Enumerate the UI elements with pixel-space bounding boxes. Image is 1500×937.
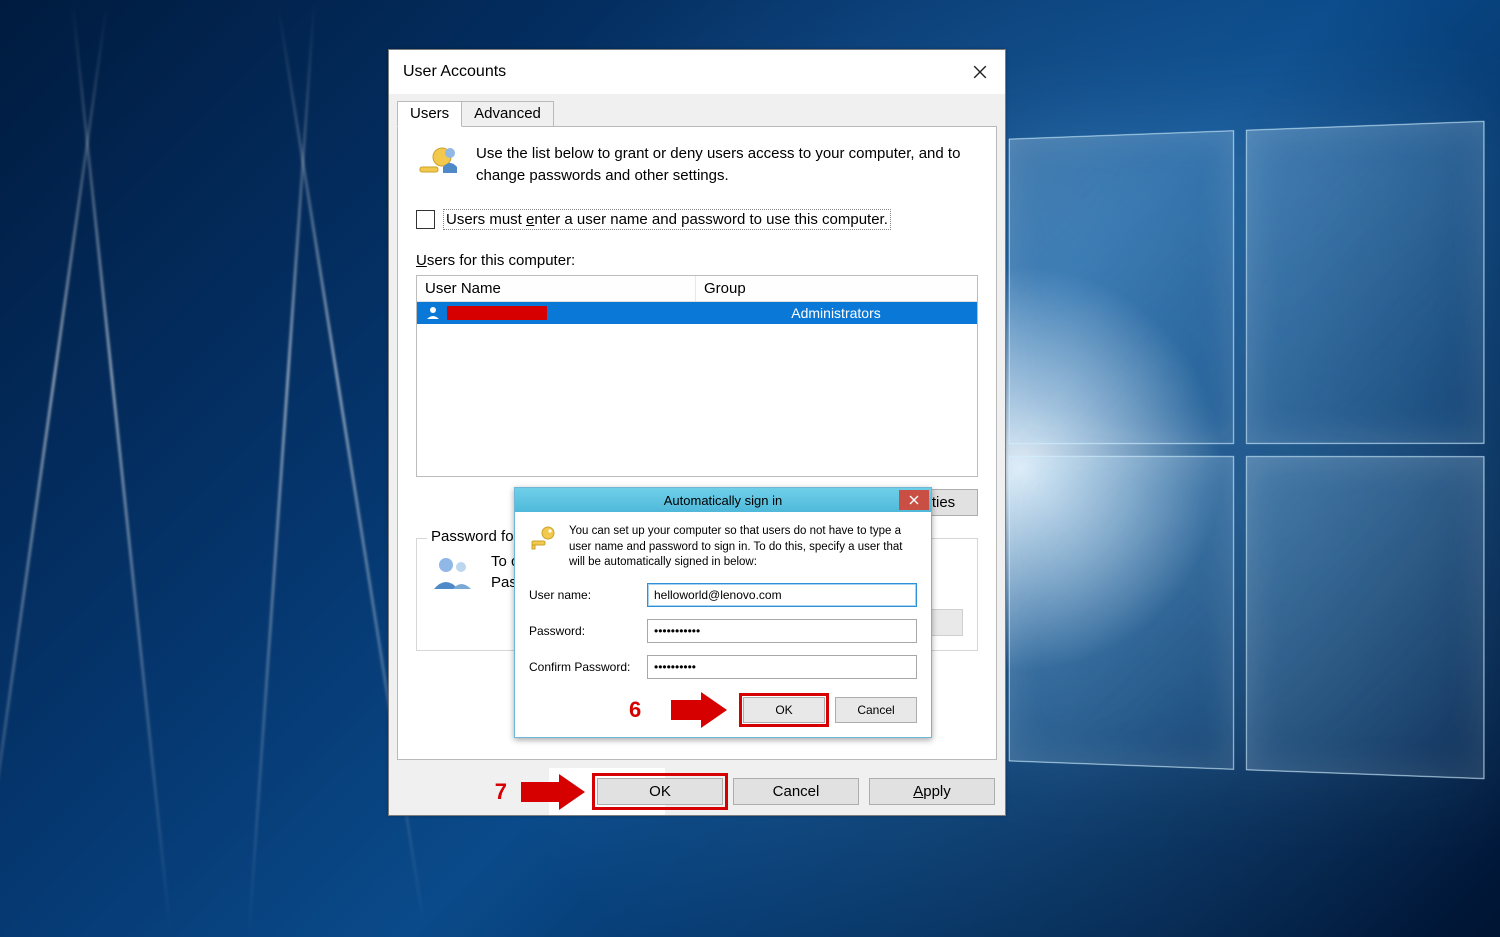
- annotation-step-6: 6: [629, 697, 641, 723]
- groupbox-title: Password for: [427, 528, 523, 545]
- keys-users-icon: [416, 143, 460, 187]
- inner-close-button[interactable]: [899, 490, 929, 510]
- user-accounts-dialog: User Accounts Users Advanced Use the lis…: [388, 49, 1006, 816]
- people-icon: [431, 555, 475, 595]
- must-enter-password-checkbox[interactable]: [416, 210, 435, 229]
- dialog-titlebar[interactable]: User Accounts: [389, 50, 1005, 94]
- column-group[interactable]: Group: [696, 276, 977, 301]
- username-input[interactable]: [647, 583, 917, 607]
- close-button[interactable]: [955, 50, 1005, 94]
- inner-intro-text: You can set up your computer so that use…: [569, 524, 917, 571]
- inner-dialog-title: Automatically sign in: [664, 493, 783, 508]
- user-row-icon: [425, 306, 441, 320]
- tab-strip: Users Advanced: [389, 94, 1005, 127]
- tab-users[interactable]: Users: [397, 101, 462, 127]
- password-label: Password:: [529, 624, 647, 638]
- confirm-password-input[interactable]: [647, 655, 917, 679]
- username-redacted: [447, 306, 547, 320]
- close-icon: [973, 65, 987, 79]
- list-header: User Name Group: [417, 276, 977, 302]
- inner-ok-button[interactable]: OK: [743, 697, 825, 723]
- tab-panel-users: Use the list below to grant or deny user…: [397, 126, 997, 760]
- intro-text: Use the list below to grant or deny user…: [476, 143, 978, 187]
- key-icon: [529, 524, 557, 552]
- inner-dialog-titlebar[interactable]: Automatically sign in: [515, 488, 931, 512]
- must-enter-password-label: Users must enter a user name and passwor…: [443, 209, 891, 230]
- users-list-label: Users for this computer:: [416, 252, 978, 269]
- user-row-group: Administrators: [695, 301, 977, 325]
- apply-button[interactable]: Apply: [869, 778, 995, 805]
- inner-cancel-button[interactable]: Cancel: [835, 697, 917, 723]
- annotation-step-7: 7: [495, 779, 507, 805]
- user-row-selected[interactable]: Administrators: [417, 302, 977, 324]
- dialog-footer: 7 OK Cancel Apply: [389, 768, 1005, 815]
- close-icon: [909, 495, 919, 505]
- auto-signin-dialog: Automatically sign in You can set up you…: [514, 487, 932, 738]
- users-list[interactable]: User Name Group Administrators: [416, 275, 978, 477]
- windows-logo-panes: [1009, 121, 1485, 779]
- tab-advanced[interactable]: Advanced: [461, 101, 554, 127]
- dialog-title: User Accounts: [403, 63, 955, 81]
- cancel-button[interactable]: Cancel: [733, 778, 859, 805]
- column-username[interactable]: User Name: [417, 276, 696, 301]
- password-input[interactable]: [647, 619, 917, 643]
- ok-button[interactable]: OK: [597, 778, 723, 805]
- username-label: User name:: [529, 588, 647, 602]
- confirm-password-label: Confirm Password:: [529, 660, 647, 674]
